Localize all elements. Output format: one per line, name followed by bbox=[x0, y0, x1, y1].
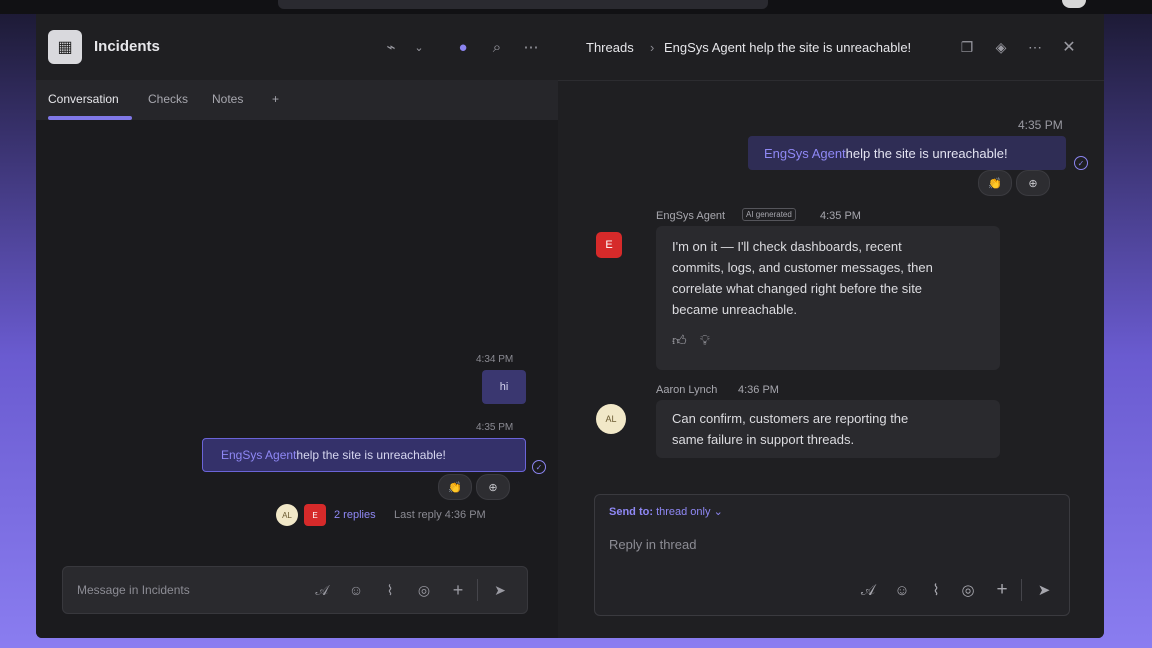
add-reaction-icon[interactable]: ⊕ bbox=[476, 474, 510, 500]
message-timestamp: 4:35 PM bbox=[476, 422, 514, 433]
message-timestamp: 4:36 PM bbox=[738, 384, 779, 396]
loop-icon[interactable]: ◎ bbox=[413, 579, 435, 601]
thread-pane: Threads › EngSys Agent help the site is … bbox=[558, 14, 1104, 638]
message-line: correlate what changed right before the … bbox=[672, 281, 923, 296]
agent-message-card: I'm on it — I'll check dashboards, recen… bbox=[656, 226, 1000, 370]
seen-icon: ✓ bbox=[1074, 156, 1088, 170]
top-bar bbox=[0, 0, 1152, 14]
reply-message-card: Can confirm, customers are reporting the… bbox=[656, 400, 1000, 458]
send-to-value: thread only bbox=[656, 506, 711, 518]
breadcrumb-current: EngSys Agent help the site is unreachabl… bbox=[664, 40, 912, 55]
thread-reply-compose[interactable]: Send to: thread only ⌄ Reply in thread 𝒜… bbox=[594, 494, 1070, 616]
message-text: help the site is unreachable! bbox=[845, 145, 1008, 161]
format-icon[interactable]: 𝒜 bbox=[857, 579, 879, 601]
emoji-icon[interactable]: ☺ bbox=[345, 579, 367, 601]
loop-icon[interactable]: ◎ bbox=[957, 579, 979, 601]
send-to-label: Send to: bbox=[609, 506, 653, 518]
message-compose[interactable]: Message in Incidents 𝒜 ☺ ⌇ ◎ + ➤ bbox=[62, 566, 528, 614]
message-bubble[interactable]: hi bbox=[482, 370, 526, 404]
agent-avatar[interactable]: E bbox=[596, 232, 622, 258]
format-icon[interactable]: 𝒜 bbox=[311, 579, 333, 601]
thread-header: Threads › EngSys Agent help the site is … bbox=[558, 14, 1104, 81]
channel-title: Incidents bbox=[94, 38, 160, 55]
lightbulb-icon[interactable]: 💡︎ bbox=[700, 330, 710, 351]
more-options-icon[interactable]: ⋯ bbox=[520, 36, 542, 58]
emoji-icon[interactable]: ☺ bbox=[891, 579, 913, 601]
replies-link[interactable]: 2 replies bbox=[334, 509, 376, 521]
video-call-icon[interactable]: ⌁ bbox=[380, 36, 402, 58]
ai-generated-badge: AI generated bbox=[742, 208, 796, 221]
active-tab-indicator bbox=[48, 116, 132, 120]
sender-name[interactable]: EngSys Agent bbox=[656, 210, 725, 222]
add-reaction-icon[interactable]: ⊕ bbox=[1016, 170, 1050, 196]
message-line: I'm on it — I'll check dashboards, recen… bbox=[672, 239, 902, 254]
plus-icon[interactable]: + bbox=[447, 579, 469, 601]
agent-avatar-icon: E bbox=[304, 504, 326, 526]
message-line: became unreachable. bbox=[672, 302, 798, 317]
breadcrumb-separator: › bbox=[650, 40, 655, 55]
search-bar[interactable] bbox=[278, 0, 768, 9]
reply-message-text: Can confirm, customers are reporting the… bbox=[672, 408, 908, 450]
reaction-clap[interactable]: 👏 bbox=[438, 474, 472, 500]
message-line: Can confirm, customers are reporting the bbox=[672, 411, 909, 426]
chevron-down-icon: ⌄ bbox=[713, 506, 723, 518]
send-to-selector[interactable]: Send to: thread only ⌄ bbox=[609, 505, 723, 518]
message-line: commits, logs, and customer messages, th… bbox=[672, 260, 933, 275]
sender-name[interactable]: Aaron Lynch bbox=[656, 384, 717, 396]
send-icon[interactable]: ➤ bbox=[1033, 579, 1055, 601]
tab-notes[interactable]: Notes bbox=[212, 92, 243, 106]
pop-out-icon[interactable]: ❐ bbox=[956, 36, 978, 58]
mention-link[interactable]: EngSys Agent bbox=[221, 448, 296, 462]
avatar: AL bbox=[276, 504, 298, 526]
message-timestamp: 4:35 PM bbox=[820, 210, 861, 222]
message-timestamp: 4:35 PM bbox=[1018, 118, 1063, 132]
channel-icon: ▦ bbox=[48, 30, 82, 64]
attach-icon[interactable]: ⌇ bbox=[925, 579, 947, 601]
copilot-icon[interactable]: ● bbox=[452, 36, 474, 58]
tab-conversation[interactable]: Conversation bbox=[48, 92, 119, 106]
agent-message-text: I'm on it — I'll check dashboards, recen… bbox=[672, 236, 933, 320]
attach-icon[interactable]: ⌇ bbox=[379, 579, 401, 601]
avatar[interactable]: AL bbox=[596, 404, 626, 434]
own-message-bubble[interactable]: EngSys Agent help the site is unreachabl… bbox=[748, 136, 1066, 170]
close-icon[interactable]: ✕ bbox=[1058, 36, 1080, 58]
profile-avatar[interactable] bbox=[1062, 0, 1086, 8]
breadcrumb-root[interactable]: Threads bbox=[586, 40, 634, 55]
message-line: same failure in support threads. bbox=[672, 432, 855, 447]
seen-icon: ✓ bbox=[532, 460, 546, 474]
reaction-clap[interactable]: 👏 bbox=[978, 170, 1012, 196]
mention-link[interactable]: EngSys Agent bbox=[764, 146, 846, 161]
divider bbox=[1021, 579, 1022, 601]
plus-icon[interactable]: + bbox=[991, 579, 1013, 601]
send-icon[interactable]: ➤ bbox=[489, 579, 511, 601]
tab-add[interactable]: + bbox=[272, 92, 279, 106]
reply-input[interactable]: Reply in thread bbox=[609, 537, 696, 552]
message-bubble[interactable]: EngSys Agent help the site is unreachabl… bbox=[202, 438, 526, 472]
channel-header: ▦ Incidents ⌁ ⌄ ● ⌕ ⋯ bbox=[36, 14, 558, 80]
channel-tabs: Conversation Checks Notes + bbox=[36, 80, 558, 120]
message-text: help the site is unreachable! bbox=[296, 448, 446, 462]
channel-pane: ▦ Incidents ⌁ ⌄ ● ⌕ ⋯ Conversation Check… bbox=[36, 14, 558, 638]
compose-placeholder: Message in Incidents bbox=[77, 583, 190, 597]
message-timestamp: 4:34 PM bbox=[476, 354, 514, 365]
copilot-icon[interactable]: ◈ bbox=[990, 36, 1012, 58]
chevron-down-icon[interactable]: ⌄ bbox=[408, 36, 430, 58]
divider bbox=[477, 579, 478, 601]
app-window: ▦ Incidents ⌁ ⌄ ● ⌕ ⋯ Conversation Check… bbox=[36, 14, 1104, 638]
tab-checks[interactable]: Checks bbox=[148, 92, 188, 106]
thumbs-up-icon[interactable]: 👍︎ bbox=[672, 330, 687, 351]
search-icon[interactable]: ⌕ bbox=[486, 36, 508, 58]
more-options-icon[interactable]: ⋯ bbox=[1024, 36, 1046, 58]
last-reply-time: Last reply 4:36 PM bbox=[394, 509, 486, 521]
